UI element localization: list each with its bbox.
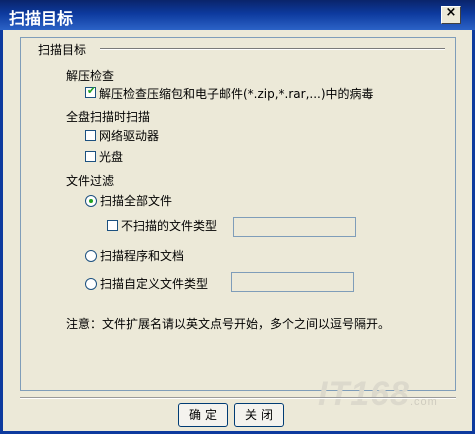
watermark-logo: IT168.com xyxy=(318,375,438,414)
scan-custom-radio[interactable] xyxy=(85,278,97,290)
exclude-types-checkbox[interactable] xyxy=(107,220,118,231)
close-button[interactable]: 关闭 xyxy=(234,403,284,427)
close-icon: × xyxy=(445,5,457,20)
cdrom-checkbox[interactable] xyxy=(85,151,96,162)
network-drive-checkbox[interactable] xyxy=(85,130,96,141)
decompress-heading: 解压检查 xyxy=(66,69,115,83)
full-scan-heading: 全盘扫描时扫描 xyxy=(66,110,151,124)
scan-all-label: 扫描全部文件 xyxy=(100,194,173,208)
exclude-types-input[interactable] xyxy=(233,217,356,237)
checkmark-icon: ✔ xyxy=(86,84,97,97)
scan-custom-label: 扫描自定义文件类型 xyxy=(100,277,209,291)
custom-types-input[interactable] xyxy=(231,272,354,292)
watermark-main: IT168 xyxy=(318,375,410,413)
scan-programs-radio[interactable] xyxy=(85,250,97,262)
button-separator xyxy=(20,397,456,399)
ok-button[interactable]: 确定 xyxy=(178,403,228,427)
note-text: 注意：文件扩展名请以英文点号开始，多个之间以逗号隔开。 xyxy=(66,317,391,331)
network-drive-label: 网络驱动器 xyxy=(99,129,160,143)
file-filter-heading: 文件过滤 xyxy=(66,174,115,188)
cdrom-label: 光盘 xyxy=(99,150,124,164)
close-window-button[interactable]: × xyxy=(441,5,461,24)
decompress-checkbox[interactable]: ✔ xyxy=(85,84,97,98)
exclude-types-label: 不扫描的文件类型 xyxy=(121,219,218,233)
scan-all-radio[interactable] xyxy=(85,195,97,207)
group-divider xyxy=(100,48,445,50)
scan-programs-label: 扫描程序和文档 xyxy=(100,249,185,263)
window-frame-left xyxy=(0,30,3,434)
title-bar: 扫描目标 × xyxy=(0,0,475,30)
decompress-option-label: 解压检查压缩包和电子邮件(*.zip,*.rar,...)中的病毒 xyxy=(99,87,374,101)
group-title: 扫描目标 xyxy=(38,43,87,57)
window-title: 扫描目标 xyxy=(9,9,74,28)
